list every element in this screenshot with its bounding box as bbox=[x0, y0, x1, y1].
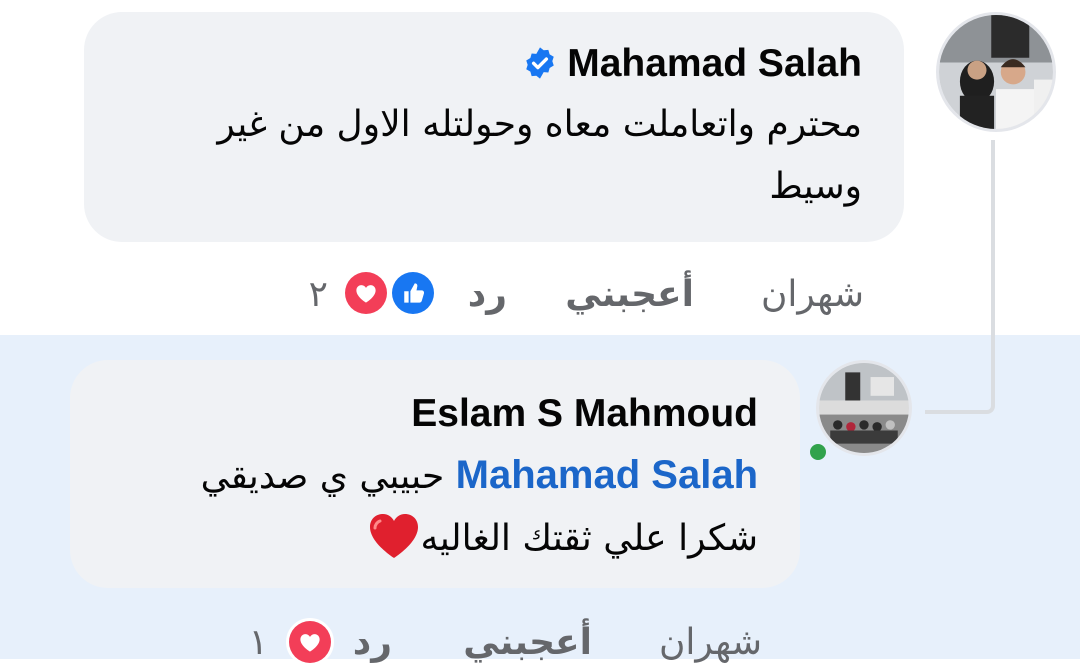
reply-text-line: شكرا علي ثقتك الغاليه bbox=[106, 508, 758, 570]
comment-bubble: Mahamad Salah محترم واتعاملت معاه وحولتل… bbox=[84, 12, 904, 242]
comment-author-row: Mahamad Salah bbox=[124, 38, 862, 90]
red-heart-emoji-icon bbox=[368, 512, 420, 560]
reply-text-fragment: شكرا علي ثقتك الغاليه bbox=[420, 518, 758, 559]
reply-timestamp[interactable]: شهران bbox=[659, 618, 762, 668]
reply-text: Mahamad Salah حبيبي ي صديقي شكرا علي ثقت… bbox=[106, 444, 758, 570]
reply-button[interactable]: رد bbox=[468, 270, 507, 320]
avatar-photo bbox=[819, 363, 909, 453]
reply-text-fragment: حبيبي ي صديقي bbox=[200, 456, 445, 497]
comment-timestamp[interactable]: شهران bbox=[761, 270, 864, 320]
reply-actions: شهران أعجبني رد ١ bbox=[0, 618, 1080, 668]
avatar-photo bbox=[939, 15, 1053, 129]
comment-text-line: محترم واتعاملت معاه وحولتله الاول من غير bbox=[217, 104, 862, 145]
reply-button[interactable]: رد bbox=[353, 618, 392, 668]
reply-bubble: Eslam S Mahmoud Mahamad Salah حبيبي ي صد… bbox=[70, 360, 800, 588]
verified-badge-icon bbox=[523, 42, 557, 79]
like-button[interactable]: أعجبني bbox=[463, 618, 592, 668]
comment-author-name[interactable]: Mahamad Salah bbox=[567, 42, 862, 85]
comment-text-line: وسيط bbox=[769, 166, 862, 207]
like-button[interactable]: أعجبني bbox=[565, 270, 694, 320]
love-reaction-icon bbox=[342, 269, 390, 317]
reply-text-line: Mahamad Salah حبيبي ي صديقي bbox=[106, 444, 758, 508]
mention-link[interactable]: Mahamad Salah bbox=[456, 453, 758, 497]
commenter-avatar[interactable] bbox=[936, 12, 1056, 132]
replier-avatar[interactable] bbox=[816, 360, 912, 456]
reaction-count[interactable]: ١ bbox=[249, 618, 268, 668]
comment-actions: شهران أعجبني رد ٢ bbox=[0, 270, 1080, 320]
like-reaction-icon bbox=[389, 269, 437, 317]
online-status-indicator bbox=[806, 440, 830, 464]
reaction-count[interactable]: ٢ bbox=[309, 270, 328, 320]
comment-text: محترم واتعاملت معاه وحولتله الاول من غير… bbox=[124, 94, 862, 218]
reply-author-name[interactable]: Eslam S Mahmoud bbox=[106, 388, 758, 440]
